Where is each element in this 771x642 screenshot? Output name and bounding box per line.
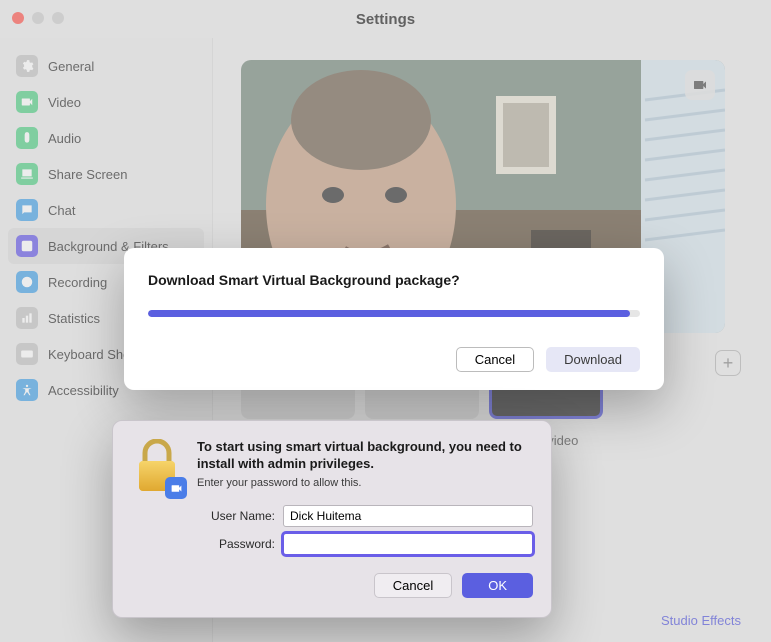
studio-effects-link[interactable]: Studio Effects [661,613,741,628]
minimize-window-button[interactable] [32,12,44,24]
sidebar-item-share-screen[interactable]: Share Screen [8,156,204,192]
password-field[interactable] [283,533,533,555]
auth-cancel-button[interactable]: Cancel [374,573,452,598]
sidebar-item-label: Chat [48,203,75,218]
lock-icon [131,439,183,497]
auth-ok-button[interactable]: OK [462,573,533,598]
download-confirm-button[interactable]: Download [546,347,640,372]
download-cancel-button[interactable]: Cancel [456,347,534,372]
audio-icon [16,127,38,149]
window-title: Settings [356,11,415,28]
video-icon [16,91,38,113]
stats-icon [16,307,38,329]
sidebar-item-label: Statistics [48,311,100,326]
download-progress [148,310,640,317]
chat-icon [16,199,38,221]
access-icon [16,379,38,401]
username-field[interactable]: Dick Huitema [283,505,533,527]
sidebar-item-label: General [48,59,94,74]
record-icon [16,271,38,293]
sidebar-item-chat[interactable]: Chat [8,192,204,228]
fullscreen-window-button[interactable] [52,12,64,24]
kbd-icon [16,343,38,365]
sidebar-item-video[interactable]: Video [8,84,204,120]
sidebar-item-label: Audio [48,131,81,146]
auth-dialog: To start using smart virtual background,… [112,420,552,618]
share-icon [16,163,38,185]
close-window-button[interactable] [12,12,24,24]
download-dialog: Download Smart Virtual Background packag… [124,248,664,390]
auth-heading: To start using smart virtual background,… [197,439,533,473]
username-label: User Name: [199,509,275,523]
rotate-camera-button[interactable] [685,70,715,100]
add-background-button[interactable]: + [715,350,741,376]
sidebar-item-audio[interactable]: Audio [8,120,204,156]
sidebar-item-label: Recording [48,275,107,290]
password-label: Password: [199,537,275,551]
titlebar: Settings [0,0,771,38]
sidebar-item-general[interactable]: General [8,48,204,84]
auth-subtext: Enter your password to allow this. [197,477,533,489]
sidebar-item-label: Accessibility [48,383,119,398]
sidebar-item-label: Video [48,95,81,110]
video-badge-icon [165,477,187,499]
window-controls [12,12,64,24]
gear-icon [16,55,38,77]
bg-icon [16,235,38,257]
download-dialog-title: Download Smart Virtual Background packag… [148,272,640,288]
sidebar-item-label: Share Screen [48,167,128,182]
